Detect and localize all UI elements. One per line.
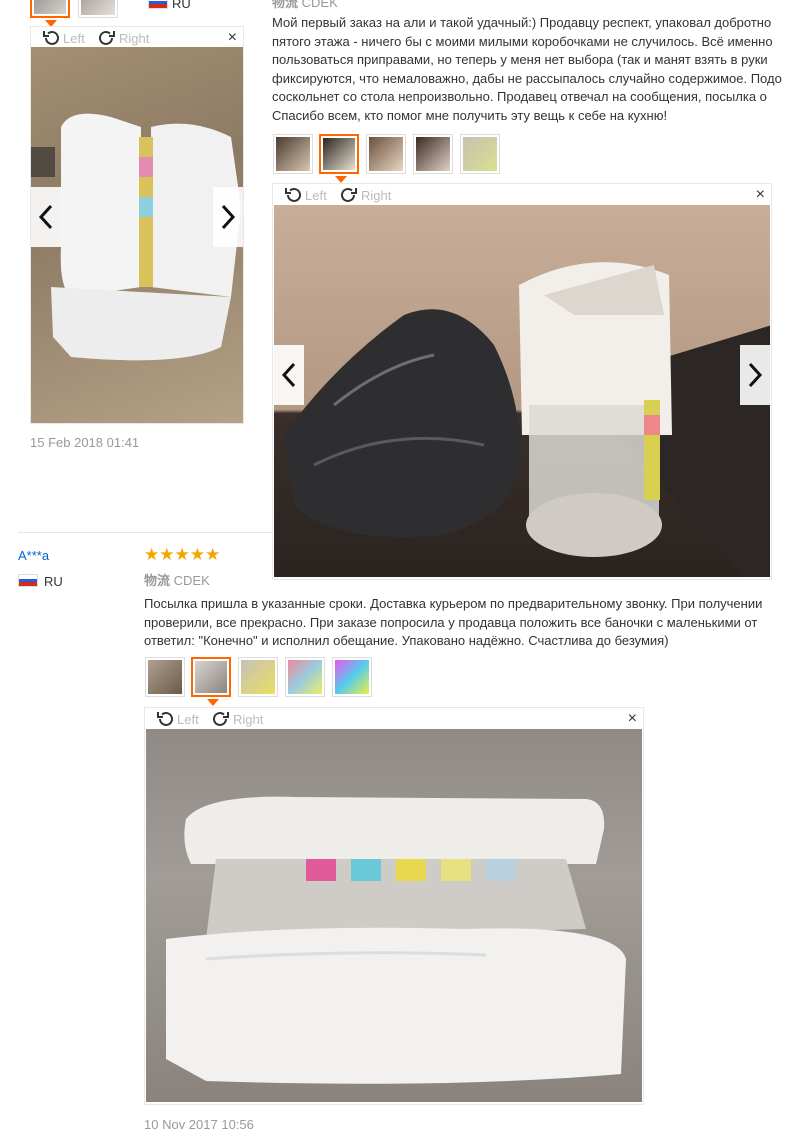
review2-rotate-right-label: Right — [361, 187, 392, 203]
review1-date: 15 Feb 2018 01:41 — [30, 435, 140, 450]
review2-close-button[interactable]: × — [756, 186, 765, 204]
review2-thumb-2[interactable] — [319, 134, 359, 174]
review1-prev-arrow[interactable] — [31, 187, 61, 247]
review3-username[interactable]: A***a — [18, 548, 49, 563]
review2-text: Мой первый заказ на али и такой удачный:… — [272, 14, 782, 125]
review3-viewer-toolbar: Left Right × — [145, 708, 643, 730]
review2-thumb-3[interactable] — [366, 134, 406, 174]
review2-photo-art — [284, 262, 770, 577]
chevron-left-icon — [281, 362, 296, 388]
review1-close-button[interactable]: × — [228, 29, 237, 47]
review1-country: RU — [172, 0, 191, 11]
review1-rotate-left-label: Left — [63, 30, 85, 46]
chevron-right-icon — [748, 362, 763, 388]
review3-text-line: Посылка пришла в указанные сроки. Достав… — [144, 596, 763, 611]
review3-logistics-value: CDEK — [173, 573, 210, 588]
rotate-left-icon — [43, 30, 59, 45]
review2-logistics: 物流 CDEK — [272, 0, 338, 11]
review1-flag — [148, 0, 168, 9]
rotate-right-icon — [341, 187, 357, 202]
review2-thumb-1[interactable] — [273, 134, 313, 174]
review2-rotate-left-button[interactable]: Left — [283, 186, 327, 204]
review-divider — [18, 532, 272, 533]
review2-next-arrow[interactable] — [740, 345, 770, 405]
review3-thumb-2[interactable] — [191, 657, 231, 697]
review1-photo-art — [31, 113, 241, 361]
review3-text-line: ответил: "Конечно" и исполнил обещание. … — [144, 633, 669, 648]
rotate-left-icon — [157, 711, 173, 726]
review2-text-line: пятого этажа - ничего бы с моими милыми … — [272, 33, 773, 49]
review3-thumb-1[interactable] — [145, 657, 185, 697]
review3-country: RU — [44, 574, 63, 589]
review2-thumb-4[interactable] — [413, 134, 453, 174]
review2-text-line: пользоваться приправами, но теперь у мен… — [272, 52, 768, 67]
review3-rotate-right-label: Right — [233, 711, 264, 727]
review3-rotate-right-button[interactable]: Right — [211, 710, 263, 728]
review3-date: 10 Nov 2017 10:56 — [144, 1117, 254, 1132]
review2-rotate-left-label: Left — [305, 187, 327, 203]
review3-star-rating: ★★★★★ — [144, 545, 221, 564]
review3-close-button[interactable]: × — [628, 710, 637, 728]
review3-logistics-label: 物流 — [144, 573, 171, 588]
review2-thumb-5[interactable] — [460, 134, 500, 174]
review3-image-viewer: Left Right × — [144, 707, 644, 1105]
review2-rotate-right-button[interactable]: Right — [339, 186, 391, 204]
review3-text-line: проверили, все прекрасно. При заказе поп… — [144, 614, 758, 630]
review2-viewer-toolbar: Left Right × — [273, 184, 771, 206]
review2-logistics-label: 物流 — [272, 0, 299, 10]
review3-flag — [18, 574, 38, 587]
review2-prev-arrow[interactable] — [274, 345, 304, 405]
rotate-left-icon — [285, 187, 301, 202]
review1-photo — [31, 47, 243, 423]
review1-next-arrow[interactable] — [213, 187, 243, 247]
review1-rotate-right-button[interactable]: Right — [97, 29, 149, 47]
chevron-left-icon — [38, 204, 53, 230]
review1-rotate-left-button[interactable]: Left — [41, 29, 85, 47]
review2-thumb-caret — [335, 176, 347, 183]
review2-logistics-value: CDEK — [301, 0, 338, 10]
review2-text-line: фиксируются, что немаловажно, дабы не ра… — [272, 70, 782, 86]
review3-photo — [146, 729, 642, 1102]
review3-thumb-4[interactable] — [285, 657, 325, 697]
review2-text-line: Мой первый заказ на али и такой удачный:… — [272, 15, 772, 30]
review2-text-line: Спасибо всем, кто помог мне получить эту… — [272, 107, 668, 123]
review2-image-viewer: Left Right × — [272, 183, 772, 580]
review3-thumb-caret — [207, 699, 219, 706]
rotate-right-icon — [213, 711, 229, 726]
review3-photo-art — [166, 796, 626, 1084]
review1-viewer-toolbar: Left Right × — [31, 27, 243, 49]
chevron-right-icon — [221, 204, 236, 230]
review3-logistics: 物流 CDEK — [144, 570, 210, 589]
review3-thumb-3[interactable] — [238, 657, 278, 697]
review3-rotate-left-label: Left — [177, 711, 199, 727]
review1-thumb-2[interactable] — [78, 0, 118, 18]
review1-thumb-1[interactable] — [30, 0, 70, 18]
review3-thumb-5[interactable] — [332, 657, 372, 697]
review1-rotate-right-label: Right — [119, 30, 150, 46]
review2-text-line: соскольнет со стола непроизвольно. Прода… — [272, 89, 767, 104]
review2-photo — [274, 205, 770, 577]
rotate-right-icon — [99, 30, 115, 45]
review3-rotate-left-button[interactable]: Left — [155, 710, 199, 728]
review1-image-viewer: Left Right × — [30, 26, 244, 424]
review3-text: Посылка пришла в указанные сроки. Достав… — [144, 595, 762, 651]
